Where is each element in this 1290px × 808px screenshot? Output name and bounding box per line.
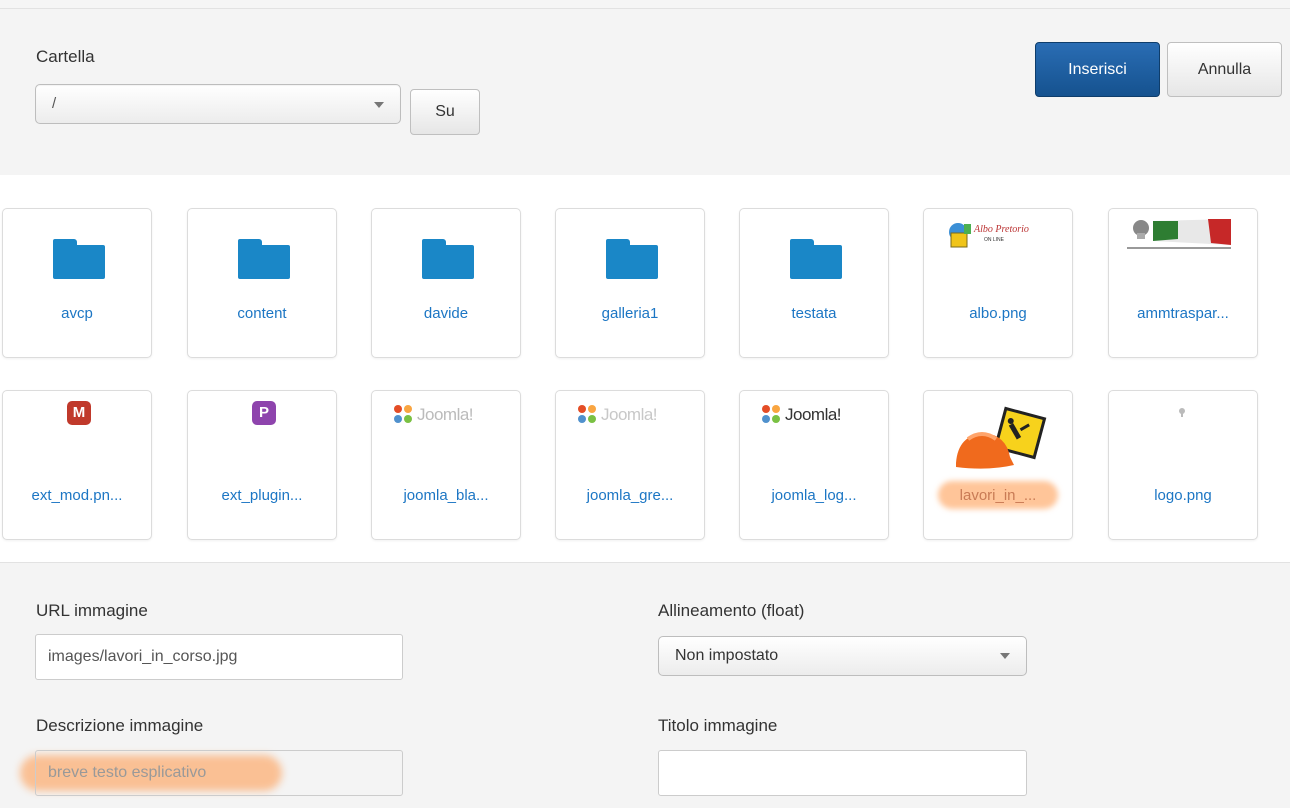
plugin-badge-icon: P	[252, 401, 276, 425]
item-name: testata	[791, 305, 837, 322]
media-grid: avcp content davide galleria1 testata Al…	[0, 175, 1290, 563]
albo-logo-text: Albo Pretorio	[973, 224, 1029, 235]
cancel-button[interactable]: Annulla	[1167, 42, 1282, 97]
albo-logo-sub: ON LINE	[984, 237, 1005, 243]
item-name: galleria1	[601, 305, 659, 322]
align-select[interactable]: Non impostato	[658, 636, 1027, 676]
url-input[interactable]: images/lavori_in_corso.jpg	[35, 634, 403, 680]
image-item-albo[interactable]: Albo Pretorio ON LINE albo.png	[923, 208, 1073, 358]
chevron-down-icon	[1000, 653, 1010, 659]
toolbar-panel: Cartella / Su Inserisci Annulla	[0, 8, 1290, 176]
description-label: Descrizione immagine	[36, 716, 204, 735]
folder-select-value: /	[52, 95, 57, 112]
chevron-down-icon	[374, 102, 384, 108]
module-badge-icon: M	[67, 401, 91, 425]
image-item-lavori-in-corso[interactable]: lavori_in_...	[923, 390, 1073, 540]
url-label: URL immagine	[36, 601, 148, 620]
item-name: joomla_bla...	[403, 487, 489, 504]
folder-item-avcp[interactable]: avcp	[2, 208, 152, 358]
item-name: lavori_in_...	[959, 487, 1037, 504]
folder-label: Cartella	[36, 47, 95, 66]
title-input[interactable]	[658, 750, 1027, 796]
small-logo-thumbnail	[1179, 408, 1185, 417]
folder-item-galleria1[interactable]: galleria1	[555, 208, 705, 358]
albo-pretorio-thumbnail: Albo Pretorio ON LINE	[949, 223, 1029, 248]
item-name: davide	[423, 305, 469, 322]
joomla-logo-thumbnail: Joomla!	[762, 403, 842, 427]
folder-icon	[422, 239, 474, 279]
folder-icon	[53, 239, 105, 279]
folder-item-testata[interactable]: testata	[739, 208, 889, 358]
image-item-joomla-black[interactable]: Joomla! joomla_bla...	[371, 390, 521, 540]
joomla-logo-thumbnail: Joomla!	[394, 403, 474, 427]
description-input[interactable]: breve testo esplicativo	[35, 750, 403, 796]
item-name: joomla_gre...	[586, 487, 674, 504]
align-label: Allineamento (float)	[658, 601, 805, 620]
insert-button[interactable]: Inserisci	[1035, 42, 1160, 97]
folder-icon	[238, 239, 290, 279]
folder-select[interactable]: /	[35, 84, 401, 124]
align-select-value: Non impostato	[675, 647, 779, 664]
image-item-ammtraspar[interactable]: ammtraspar...	[1108, 208, 1258, 358]
image-item-ext-plugin[interactable]: P ext_plugin...	[187, 390, 337, 540]
item-name: ext_mod.pn...	[31, 487, 123, 504]
work-in-progress-thumbnail	[956, 406, 1047, 469]
image-item-logo[interactable]: logo.png	[1108, 390, 1258, 540]
folder-item-davide[interactable]: davide	[371, 208, 521, 358]
folder-icon	[606, 239, 658, 279]
folder-icon	[790, 239, 842, 279]
item-name: albo.png	[969, 305, 1027, 322]
title-label: Titolo immagine	[658, 716, 778, 735]
image-item-ext-mod[interactable]: M ext_mod.pn...	[2, 390, 152, 540]
amministrazione-trasparente-thumbnail	[1127, 219, 1231, 249]
image-item-joomla-logo[interactable]: Joomla! joomla_log...	[739, 390, 889, 540]
item-name: content	[237, 305, 287, 322]
item-name: joomla_log...	[771, 487, 857, 504]
up-button[interactable]: Su	[410, 89, 480, 135]
image-item-joomla-grey[interactable]: Joomla! joomla_gre...	[555, 390, 705, 540]
item-name: avcp	[61, 305, 93, 322]
item-name: ammtraspar...	[1137, 305, 1229, 322]
joomla-logo-thumbnail: Joomla!	[578, 403, 658, 427]
folder-item-content[interactable]: content	[187, 208, 337, 358]
item-name: ext_plugin...	[221, 487, 303, 504]
item-name: logo.png	[1154, 487, 1212, 504]
